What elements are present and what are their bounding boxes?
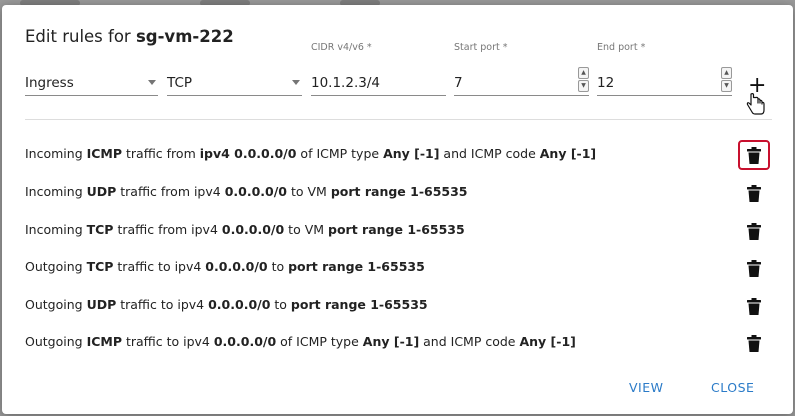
rule-text-segment: Outgoing bbox=[25, 334, 87, 349]
rule-row: Outgoing UDP traffic to ipv4 0.0.0.0/0 t… bbox=[25, 290, 775, 320]
rule-text-segment: to bbox=[267, 259, 289, 274]
rule-emphasis: ICMP bbox=[86, 334, 122, 349]
rule-emphasis: Any [-1] bbox=[519, 334, 576, 349]
security-group-name: sg-vm-222 bbox=[135, 27, 234, 46]
rule-emphasis: port range 1-65535 bbox=[288, 259, 425, 274]
rule-row: Incoming ICMP traffic from ipv4 0.0.0.0/… bbox=[25, 139, 775, 170]
rule-text-segment: Incoming bbox=[25, 184, 87, 199]
rule-emphasis: port range 1-65535 bbox=[330, 184, 468, 199]
rule-emphasis: 0.0.0.0/0 bbox=[224, 184, 288, 199]
rule-description: Incoming TCP traffic from ipv4 0.0.0.0/0… bbox=[25, 222, 465, 237]
direction-select[interactable]: Ingress bbox=[25, 68, 158, 96]
trash-icon bbox=[747, 222, 761, 240]
rule-text-segment: to bbox=[270, 297, 291, 312]
rule-emphasis: Any [-1] bbox=[362, 334, 420, 349]
rule-description: Incoming ICMP traffic from ipv4 0.0.0.0/… bbox=[25, 146, 596, 161]
rule-text-segment: traffic to ipv4 bbox=[113, 259, 206, 274]
rule-emphasis: port range 1-65535 bbox=[290, 297, 428, 312]
rule-emphasis: 0.0.0.0/0 bbox=[205, 259, 268, 274]
rule-text-segment: of ICMP type bbox=[276, 334, 363, 349]
rule-emphasis: Any [-1] bbox=[539, 146, 597, 161]
rule-description: Outgoing UDP traffic to ipv4 0.0.0.0/0 t… bbox=[25, 297, 428, 312]
trash-icon bbox=[747, 259, 761, 277]
rule-text-segment: Incoming bbox=[25, 146, 87, 161]
hand-cursor-icon bbox=[746, 93, 765, 115]
delete-rule-button[interactable] bbox=[738, 328, 770, 358]
rule-text-segment: traffic from bbox=[122, 146, 200, 161]
chevron-down-icon bbox=[148, 80, 156, 85]
rule-emphasis: UDP bbox=[86, 184, 117, 199]
end-port-value: 12 bbox=[597, 75, 615, 91]
trash-icon bbox=[747, 334, 761, 352]
rule-text-segment: traffic from ipv4 bbox=[116, 184, 225, 199]
rule-text-segment: of ICMP type bbox=[296, 146, 384, 161]
cidr-input[interactable]: CIDR v4/v6 * 10.1.2.3/4 bbox=[311, 42, 446, 96]
rule-emphasis: 0.0.0.0/0 bbox=[213, 334, 277, 349]
decrement-icon[interactable]: ▼ bbox=[578, 80, 589, 92]
rule-emphasis: port range 1-65535 bbox=[328, 222, 465, 237]
delete-rule-button[interactable] bbox=[738, 178, 770, 208]
rule-text-segment: Outgoing bbox=[25, 297, 87, 312]
rule-emphasis: ICMP bbox=[86, 146, 123, 161]
rule-emphasis: UDP bbox=[86, 297, 117, 312]
start-port-label: Start port * bbox=[454, 42, 508, 53]
chevron-down-icon bbox=[292, 80, 300, 85]
increment-icon[interactable]: ▲ bbox=[721, 67, 732, 79]
rule-text-segment: to VM bbox=[287, 184, 331, 199]
end-port-label: End port * bbox=[597, 42, 646, 53]
rule-emphasis: 0.0.0.0/0 bbox=[208, 297, 271, 312]
rule-description: Incoming UDP traffic from ipv4 0.0.0.0/0… bbox=[25, 184, 468, 199]
delete-rule-button[interactable] bbox=[738, 253, 770, 283]
start-port-spinner: ▲ ▼ bbox=[578, 67, 589, 93]
divider bbox=[25, 119, 772, 120]
delete-rule-button[interactable] bbox=[738, 216, 770, 246]
delete-rule-button[interactable] bbox=[738, 291, 770, 321]
view-button[interactable]: VIEW bbox=[629, 380, 664, 395]
rule-text-segment: traffic from ipv4 bbox=[113, 222, 222, 237]
direction-value: Ingress bbox=[25, 75, 74, 91]
dialog-title: Edit rules for sg-vm-222 bbox=[25, 27, 234, 46]
rule-row: Incoming TCP traffic from ipv4 0.0.0.0/0… bbox=[25, 215, 775, 245]
start-port-input[interactable]: Start port * 7 ▲ ▼ bbox=[454, 42, 589, 96]
decrement-icon[interactable]: ▼ bbox=[721, 80, 732, 92]
protocol-select[interactable]: TCP bbox=[167, 68, 302, 96]
rule-description: Outgoing TCP traffic to ipv4 0.0.0.0/0 t… bbox=[25, 259, 425, 274]
rule-row: Outgoing TCP traffic to ipv4 0.0.0.0/0 t… bbox=[25, 252, 775, 282]
rule-emphasis: Any [-1] bbox=[383, 146, 440, 161]
rule-row: Outgoing ICMP traffic to ipv4 0.0.0.0/0 … bbox=[25, 327, 775, 357]
cidr-label: CIDR v4/v6 * bbox=[311, 42, 372, 53]
rule-text-segment: traffic to ipv4 bbox=[116, 297, 209, 312]
cidr-value: 10.1.2.3/4 bbox=[311, 75, 380, 91]
rule-text-segment: and ICMP code bbox=[439, 146, 540, 161]
protocol-value: TCP bbox=[167, 75, 193, 91]
rule-emphasis: 0.0.0.0/0 bbox=[221, 222, 285, 237]
dialog-title-prefix: Edit rules for bbox=[25, 27, 131, 46]
rule-row: Incoming UDP traffic from ipv4 0.0.0.0/0… bbox=[25, 177, 775, 207]
rule-text-segment: Outgoing bbox=[25, 259, 87, 274]
add-rule-button[interactable]: + bbox=[745, 75, 771, 115]
rule-text-segment: to VM bbox=[284, 222, 329, 237]
rule-emphasis: ipv4 0.0.0.0/0 bbox=[199, 146, 297, 161]
end-port-spinner: ▲ ▼ bbox=[721, 67, 732, 93]
trash-icon bbox=[747, 297, 761, 315]
rule-text-segment: traffic to ipv4 bbox=[122, 334, 214, 349]
edit-rules-dialog: Edit rules for sg-vm-222 Ingress TCP CID… bbox=[2, 5, 793, 414]
delete-rule-button[interactable] bbox=[738, 140, 770, 170]
rule-emphasis: TCP bbox=[86, 259, 114, 274]
close-button[interactable]: CLOSE bbox=[711, 380, 754, 395]
rule-text-segment: and ICMP code bbox=[419, 334, 520, 349]
start-port-value: 7 bbox=[454, 75, 463, 91]
rule-description: Outgoing ICMP traffic to ipv4 0.0.0.0/0 … bbox=[25, 334, 576, 349]
end-port-input[interactable]: End port * 12 ▲ ▼ bbox=[597, 42, 732, 96]
trash-icon bbox=[747, 146, 761, 164]
rule-text-segment: Incoming bbox=[25, 222, 87, 237]
trash-icon bbox=[747, 184, 761, 202]
increment-icon[interactable]: ▲ bbox=[578, 67, 589, 79]
rule-emphasis: TCP bbox=[86, 222, 114, 237]
